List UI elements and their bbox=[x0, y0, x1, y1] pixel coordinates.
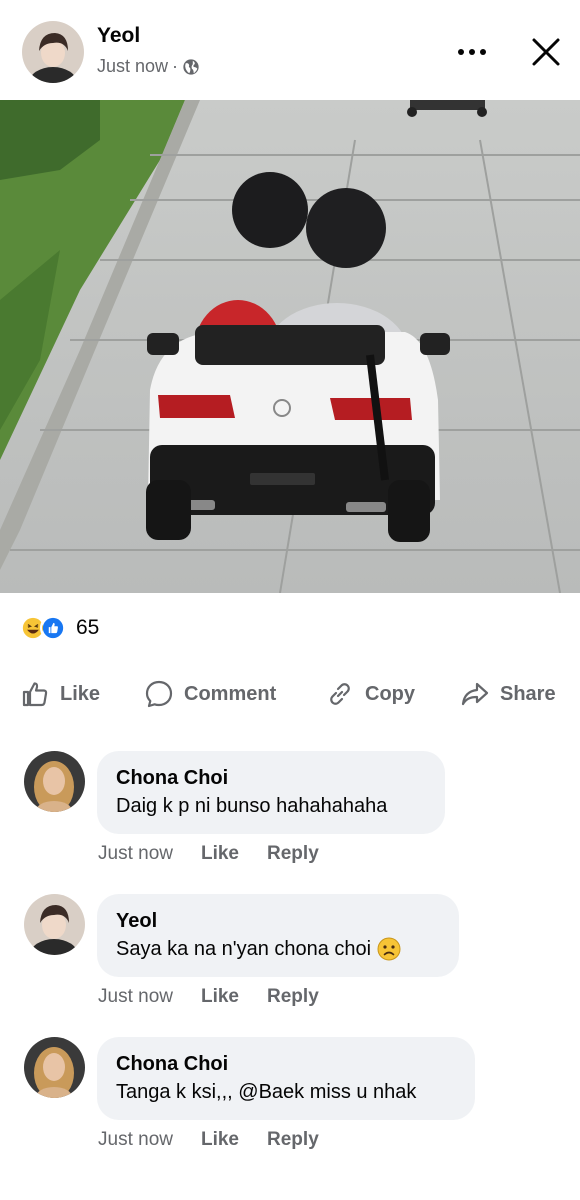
comment-item: Chona Choi Daig k p ni bunso hahahahaha … bbox=[0, 751, 580, 881]
commenter-avatar[interactable] bbox=[24, 751, 85, 812]
commenter-avatar[interactable] bbox=[24, 894, 85, 955]
copy-link-button[interactable]: Copy bbox=[325, 672, 415, 716]
link-icon bbox=[330, 683, 350, 705]
comment-like-button[interactable]: Like bbox=[201, 986, 239, 1008]
comment-meta: Just now Like Reply bbox=[98, 986, 319, 1008]
like-button[interactable]: Like bbox=[20, 672, 100, 716]
post-photo[interactable] bbox=[0, 100, 580, 593]
thumbs-up-icon bbox=[22, 682, 48, 707]
post-timestamp[interactable]: Just now bbox=[97, 56, 168, 77]
comment-text-content: Tanga k ksi,,, @Baek miss u nhak bbox=[116, 1081, 417, 1103]
post-header: Yeol Just now · bbox=[0, 0, 580, 100]
post-meta: Just now · bbox=[97, 56, 200, 77]
close-icon bbox=[532, 38, 560, 66]
share-button[interactable]: Share bbox=[460, 672, 556, 716]
author-avatar[interactable] bbox=[22, 21, 84, 83]
reactions-summary[interactable]: 65 bbox=[20, 614, 99, 642]
comment-bubble[interactable]: Chona Choi Daig k p ni bunso hahahahaha bbox=[97, 751, 445, 834]
sad-face-icon bbox=[377, 937, 401, 961]
comment-item: Chona Choi Tanga k ksi,,, @Baek miss u n… bbox=[0, 1037, 580, 1167]
close-button[interactable] bbox=[526, 32, 566, 72]
comment-text: Tanga k ksi,,, @Baek miss u nhak bbox=[116, 1077, 456, 1107]
comment-label: Comment bbox=[184, 682, 277, 705]
comment-timestamp: Just now bbox=[98, 843, 173, 864]
comment-text-content: Daig k p ni bunso hahahahaha bbox=[116, 795, 388, 817]
more-options-button[interactable] bbox=[452, 32, 492, 72]
meta-separator: · bbox=[172, 56, 179, 76]
comment-like-button[interactable]: Like bbox=[201, 843, 239, 865]
comment-bubble[interactable]: Yeol Saya ka na n'yan chona choi bbox=[97, 894, 459, 977]
more-icon bbox=[458, 49, 486, 55]
comment-icon bbox=[145, 680, 173, 708]
commenter-avatar[interactable] bbox=[24, 1037, 85, 1098]
comment-bubble[interactable]: Chona Choi Tanga k ksi,,, @Baek miss u n… bbox=[97, 1037, 475, 1120]
comment-text: Daig k p ni bunso hahahahaha bbox=[116, 791, 426, 821]
share-icon bbox=[461, 682, 489, 706]
like-icon bbox=[40, 615, 66, 641]
post-action-bar: Like Comment Copy Share bbox=[0, 672, 580, 716]
like-label: Like bbox=[60, 682, 101, 705]
comment-meta: Just now Like Reply bbox=[98, 843, 319, 865]
globe-icon[interactable] bbox=[182, 58, 200, 76]
commenter-name[interactable]: Chona Choi bbox=[116, 765, 426, 791]
author-name[interactable]: Yeol bbox=[97, 24, 140, 48]
copy-label: Copy bbox=[365, 682, 415, 705]
comment-item: Yeol Saya ka na n'yan chona choi Just no… bbox=[0, 894, 580, 1024]
comment-text-content: Saya ka na n'yan chona choi bbox=[116, 938, 372, 960]
comment-timestamp: Just now bbox=[98, 1129, 173, 1150]
comment-reply-button[interactable]: Reply bbox=[267, 986, 319, 1008]
comment-timestamp: Just now bbox=[98, 986, 173, 1007]
reaction-count: 65 bbox=[76, 616, 100, 639]
comment-reply-button[interactable]: Reply bbox=[267, 1129, 319, 1151]
comment-meta: Just now Like Reply bbox=[98, 1129, 319, 1151]
commenter-name[interactable]: Chona Choi bbox=[116, 1051, 456, 1077]
comment-button[interactable]: Comment bbox=[144, 672, 276, 716]
share-label: Share bbox=[500, 682, 556, 705]
comment-like-button[interactable]: Like bbox=[201, 1129, 239, 1151]
comment-text: Saya ka na n'yan chona choi bbox=[116, 934, 440, 964]
comment-reply-button[interactable]: Reply bbox=[267, 843, 319, 865]
commenter-name[interactable]: Yeol bbox=[116, 908, 440, 934]
